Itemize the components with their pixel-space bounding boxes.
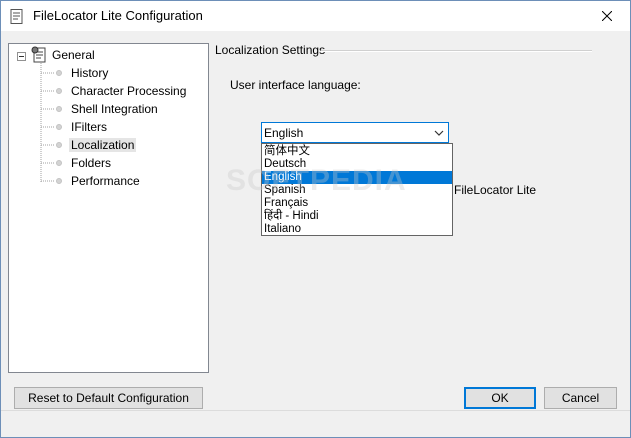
close-icon [602, 11, 612, 21]
chevron-down-icon [434, 130, 444, 136]
dropdown-option-english[interactable]: English [262, 171, 452, 184]
bullet-icon [56, 70, 62, 76]
tree-item-label: History [71, 66, 109, 80]
language-dropdown-list[interactable]: 简体中文 Deutsch English Spanish Français हि… [261, 143, 453, 236]
ok-button[interactable]: OK [464, 387, 536, 409]
settings-page-icon [31, 46, 46, 63]
title-bar[interactable]: FileLocator Lite Configuration [1, 1, 630, 31]
section-divider [321, 50, 592, 52]
dropdown-option-french[interactable]: Français [262, 197, 452, 210]
tree-item-history[interactable]: History [71, 64, 108, 82]
language-label: User interface language: [230, 78, 361, 92]
tree-item-performance[interactable]: Performance [71, 172, 140, 190]
tree-item-general[interactable]: General [52, 46, 95, 64]
bullet-icon [56, 142, 62, 148]
cancel-button[interactable]: Cancel [544, 387, 617, 409]
dropdown-option-hindi[interactable]: हिंदी - Hindi [262, 210, 452, 223]
bullet-icon [56, 178, 62, 184]
obscured-option-text: FileLocator Lite [454, 183, 537, 197]
close-button[interactable] [584, 1, 630, 31]
dropdown-option-german[interactable]: Deutsch [262, 158, 452, 171]
configuration-window: FileLocator Lite Configuration General H… [0, 0, 631, 438]
app-document-icon [10, 9, 23, 24]
bullet-icon [56, 106, 62, 112]
tree-item-label: Character Processing [71, 84, 187, 98]
collapse-toggle[interactable] [17, 52, 26, 61]
window-title: FileLocator Lite Configuration [33, 8, 203, 23]
bullet-icon [56, 88, 62, 94]
bullet-icon [56, 160, 62, 166]
bottom-divider [1, 410, 630, 411]
localization-section-title: Localization Settings [215, 43, 326, 57]
dropdown-option-chinese[interactable]: 简体中文 [262, 145, 452, 158]
combobox-value: English [264, 126, 304, 140]
tree-item-localization[interactable]: Localization [69, 136, 137, 154]
tree-item-label: Performance [71, 174, 140, 188]
tree-item-label: IFilters [71, 120, 107, 134]
language-combobox[interactable]: English [261, 122, 449, 143]
tree-item-label: General [52, 48, 95, 62]
dropdown-option-spanish[interactable]: Spanish [262, 184, 452, 197]
tree-item-shell-integration[interactable]: Shell Integration [71, 100, 158, 118]
settings-tree[interactable]: General History Character Processing She… [8, 43, 209, 373]
dropdown-option-italian[interactable]: Italiano [262, 223, 452, 236]
bullet-icon [56, 124, 62, 130]
tree-item-label: Folders [71, 156, 112, 170]
tree-item-label: Shell Integration [71, 102, 158, 116]
tree-item-ifilters[interactable]: IFilters [71, 118, 107, 136]
tree-item-character-processing[interactable]: Character Processing [71, 82, 186, 100]
tree-item-folders[interactable]: Folders [71, 154, 111, 172]
dialog-client-area: General History Character Processing She… [1, 31, 630, 437]
reset-default-button[interactable]: Reset to Default Configuration [14, 387, 203, 409]
tree-item-label: Localization [69, 138, 137, 152]
